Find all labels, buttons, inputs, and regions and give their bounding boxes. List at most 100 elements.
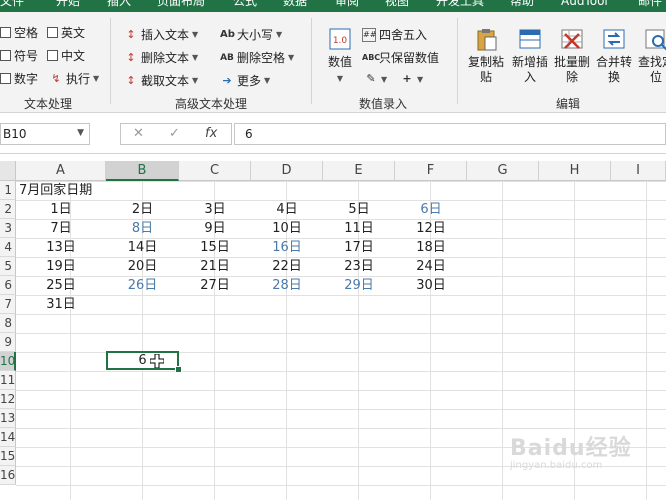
execute-button[interactable]: ↯ 执行 ▼ <box>49 70 99 87</box>
column-header-h[interactable]: H <box>539 161 611 181</box>
column-header-a[interactable]: A <box>16 161 106 181</box>
number-checkbox[interactable]: 数字 <box>0 70 38 87</box>
date-cell[interactable]: 4日 <box>251 200 323 219</box>
date-cell[interactable]: 13日 <box>16 238 106 257</box>
row-header-7[interactable]: 7 <box>0 295 16 314</box>
row-header-5[interactable]: 5 <box>0 257 16 276</box>
date-cell[interactable]: 16日 <box>251 238 323 257</box>
date-cell[interactable]: 15日 <box>179 238 251 257</box>
active-cell[interactable]: 6 <box>106 351 179 370</box>
row-header-2[interactable]: 2 <box>0 200 16 219</box>
insert-function-button[interactable]: fx <box>205 126 217 141</box>
insert-new-button[interactable]: 新增插入 <box>508 26 552 85</box>
date-cell[interactable]: 1日 <box>16 200 106 219</box>
tab-data[interactable]: 数据 <box>283 0 307 8</box>
space-checkbox[interactable]: 空格 <box>0 24 38 41</box>
name-box[interactable]: B10 ▼ <box>0 123 90 145</box>
column-header-b[interactable]: B <box>106 161 179 181</box>
more-button[interactable]: ➔ 更多 ▼ <box>220 72 270 89</box>
date-cell[interactable]: 10日 <box>251 219 323 238</box>
date-cell[interactable]: 27日 <box>179 276 251 295</box>
enter-icon[interactable]: ✓ <box>169 126 180 141</box>
row-header-9[interactable]: 9 <box>0 333 16 352</box>
chinese-checkbox[interactable]: 中文 <box>47 47 85 64</box>
english-checkbox[interactable]: 英文 <box>47 24 85 41</box>
row-header-16[interactable]: 16 <box>0 466 16 485</box>
column-header-c[interactable]: C <box>179 161 251 181</box>
date-cell[interactable]: 24日 <box>395 257 467 276</box>
date-cell[interactable]: 6日 <box>395 200 467 219</box>
row-header-4[interactable]: 4 <box>0 238 16 257</box>
date-cell[interactable]: 29日 <box>323 276 395 295</box>
merge-convert-button[interactable]: 合并转换 <box>592 26 636 85</box>
column-header-i[interactable]: I <box>611 161 666 181</box>
column-header-f[interactable]: F <box>395 161 467 181</box>
add-dropdown[interactable]: + ▼ <box>400 72 423 86</box>
batch-delete-button[interactable]: 批量删除 <box>550 26 594 85</box>
row-header-8[interactable]: 8 <box>0 314 16 333</box>
column-header-g[interactable]: G <box>467 161 539 181</box>
date-cell[interactable]: 30日 <box>395 276 467 295</box>
tab-developer[interactable]: 开发工具 <box>436 0 484 8</box>
tab-home[interactable]: 开始 <box>56 0 80 8</box>
row-header-12[interactable]: 12 <box>0 390 16 409</box>
date-cell[interactable]: 14日 <box>106 238 179 257</box>
date-cell[interactable]: 2日 <box>106 200 179 219</box>
date-cell[interactable]: 5日 <box>323 200 395 219</box>
insert-text-button[interactable]: ↕ 插入文本 ▼ <box>124 26 198 43</box>
symbol-checkbox[interactable]: 符号 <box>0 47 38 64</box>
tab-insert[interactable]: 插入 <box>107 0 131 8</box>
date-cell[interactable]: 7日 <box>16 219 106 238</box>
edit-dropdown[interactable]: ✎ ▼ <box>364 72 387 86</box>
row-header-13[interactable]: 13 <box>0 409 16 428</box>
keep-number-button[interactable]: ABC 只保留数值 <box>362 49 439 66</box>
fill-handle[interactable] <box>175 366 182 373</box>
tab-file[interactable]: 文件 <box>0 0 24 8</box>
case-button[interactable]: Ab 大小写 ▼ <box>220 26 282 43</box>
date-cell[interactable]: 31日 <box>16 295 106 314</box>
find-locate-button[interactable]: 查找定位 <box>634 26 666 85</box>
date-cell[interactable]: 26日 <box>106 276 179 295</box>
row-header-11[interactable]: 11 <box>0 371 16 390</box>
tab-help[interactable]: 帮助 <box>510 0 534 8</box>
chevron-down-icon[interactable]: ▼ <box>77 128 84 138</box>
date-cell[interactable]: 28日 <box>251 276 323 295</box>
date-cell[interactable]: 25日 <box>16 276 106 295</box>
date-cell[interactable]: 23日 <box>323 257 395 276</box>
select-all-corner[interactable] <box>0 161 16 181</box>
date-cell[interactable]: 11日 <box>323 219 395 238</box>
date-cell[interactable]: 21日 <box>179 257 251 276</box>
row-header-1[interactable]: 1 <box>0 181 16 200</box>
row-header-14[interactable]: 14 <box>0 428 16 447</box>
column-header-d[interactable]: D <box>251 161 323 181</box>
sheet-title-cell[interactable]: 7月回家日期 <box>16 181 107 200</box>
copy-paste-button[interactable]: 复制粘贴 <box>464 26 508 85</box>
date-cell[interactable]: 19日 <box>16 257 106 276</box>
extract-text-button[interactable]: ↕ 截取文本 ▼ <box>124 72 198 89</box>
date-cell[interactable]: 3日 <box>179 200 251 219</box>
number-button[interactable]: 1.0 数值 ▼ <box>320 26 360 86</box>
tab-review[interactable]: 审阅 <box>335 0 359 8</box>
formula-input[interactable]: 6 <box>234 123 666 145</box>
tab-page-layout[interactable]: 页面布局 <box>157 0 205 8</box>
delete-space-button[interactable]: AB 删除空格 ▼ <box>220 49 294 66</box>
date-cell[interactable]: 9日 <box>179 219 251 238</box>
tab-audtool[interactable]: AudTool <box>561 0 608 8</box>
delete-text-button[interactable]: ↕ 删除文本 ▼ <box>124 49 198 66</box>
tab-mail[interactable]: 邮件 <box>638 0 662 8</box>
date-cell[interactable]: 20日 <box>106 257 179 276</box>
date-cell[interactable]: 18日 <box>395 238 467 257</box>
row-header-6[interactable]: 6 <box>0 276 16 295</box>
row-header-3[interactable]: 3 <box>0 219 16 238</box>
date-cell[interactable]: 22日 <box>251 257 323 276</box>
row-header-15[interactable]: 15 <box>0 447 16 466</box>
row-header-10[interactable]: 10 <box>0 352 16 371</box>
column-header-e[interactable]: E <box>323 161 395 181</box>
cancel-icon[interactable]: ✕ <box>133 126 144 141</box>
tab-formulas[interactable]: 公式 <box>233 0 257 8</box>
tab-view[interactable]: 视图 <box>385 0 409 8</box>
date-cell[interactable]: 17日 <box>323 238 395 257</box>
date-cell[interactable]: 12日 <box>395 219 467 238</box>
date-cell[interactable]: 8日 <box>106 219 179 238</box>
round-button[interactable]: ## 四舍五入 <box>362 26 427 43</box>
